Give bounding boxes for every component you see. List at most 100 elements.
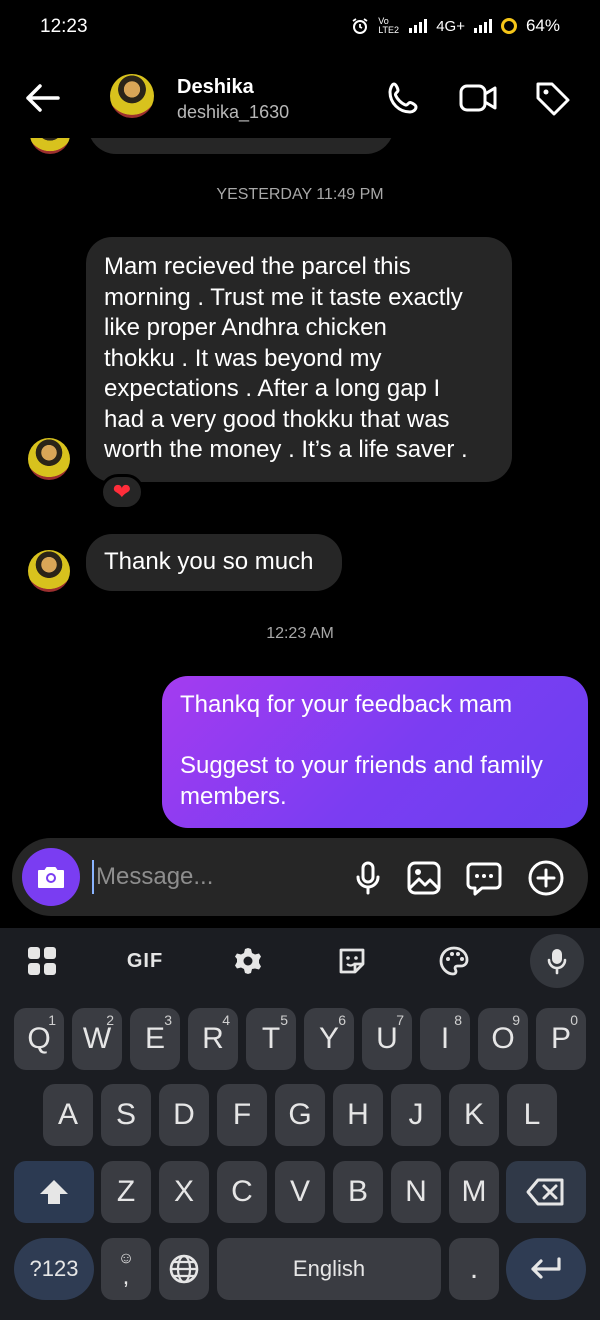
- key-b[interactable]: B: [333, 1161, 383, 1223]
- key-h[interactable]: H: [333, 1084, 383, 1146]
- enter-key[interactable]: [506, 1238, 586, 1300]
- key-k[interactable]: K: [449, 1084, 499, 1146]
- key-w[interactable]: W2: [72, 1008, 122, 1070]
- backspace-key[interactable]: [506, 1161, 586, 1223]
- apps-button[interactable]: [22, 940, 62, 982]
- key-o[interactable]: O9: [478, 1008, 528, 1070]
- microphone-icon: [356, 861, 380, 895]
- message-line: like proper Andhra chicken: [104, 314, 387, 341]
- timestamp-divider: YESTERDAY 11:49 PM: [216, 186, 384, 203]
- message-line: Mam recieved the parcel this: [104, 253, 411, 280]
- status-time: 12:23: [40, 16, 88, 37]
- status-bar: 12:23 Vo LTE2 4G+ 64%: [0, 0, 600, 56]
- contact-username[interactable]: deshika_1630: [177, 102, 289, 123]
- video-call-button[interactable]: [456, 76, 500, 120]
- key-y[interactable]: Y6: [304, 1008, 354, 1070]
- timestamp-divider: 12:23 AM: [266, 625, 334, 642]
- tag-icon: [536, 82, 570, 116]
- camera-button[interactable]: [22, 848, 80, 906]
- battery-icon: [500, 18, 517, 34]
- contact-name[interactable]: Deshika: [177, 76, 254, 99]
- previous-message-bubble[interactable]: [88, 138, 394, 154]
- message-line: Thankq for your feedback mam: [180, 691, 513, 718]
- theme-button[interactable]: [434, 940, 474, 982]
- key-t[interactable]: T5: [246, 1008, 296, 1070]
- message-line: had a very good thokku that was: [104, 405, 450, 433]
- more-options-button[interactable]: [526, 858, 566, 898]
- key-g[interactable]: G: [275, 1084, 325, 1146]
- emoji-comma-key[interactable]: ☺ ,: [101, 1238, 151, 1300]
- message-thread[interactable]: YESTERDAY 11:49 PM Mam recieved the parc…: [0, 138, 600, 838]
- key-r[interactable]: R4: [188, 1008, 238, 1070]
- key-d[interactable]: D: [159, 1084, 209, 1146]
- signal-icon: [409, 19, 428, 33]
- period-key[interactable]: .: [449, 1238, 499, 1300]
- key-n[interactable]: N: [391, 1161, 441, 1223]
- message-line: expectations . After a long gap I: [104, 375, 441, 402]
- key-j[interactable]: J: [391, 1084, 441, 1146]
- previous-sender-avatar: [30, 138, 70, 154]
- label-button[interactable]: [530, 76, 574, 120]
- key-p[interactable]: P0: [536, 1008, 586, 1070]
- received-message-bubble[interactable]: Thank you so much: [86, 534, 342, 591]
- key-x[interactable]: X: [159, 1161, 209, 1223]
- message-input[interactable]: [92, 860, 312, 894]
- key-m[interactable]: M: [449, 1161, 499, 1223]
- back-arrow-icon: [26, 84, 60, 112]
- key-z[interactable]: Z: [101, 1161, 151, 1223]
- network-type: 4G+: [436, 17, 465, 35]
- heart-reaction[interactable]: ❤: [100, 474, 144, 510]
- back-button[interactable]: [20, 78, 64, 118]
- message-line: worth the money . It’s a life saver .: [104, 436, 468, 463]
- battery-percent: 64%: [525, 16, 560, 35]
- backspace-icon: [526, 1178, 564, 1206]
- contact-avatar[interactable]: [110, 74, 154, 118]
- sender-avatar[interactable]: [28, 438, 70, 480]
- signal-2-icon: [473, 19, 492, 33]
- plus-circle-icon: [528, 860, 564, 896]
- keyboard-toolbar: GIF: [0, 928, 600, 994]
- microphone-icon: [547, 949, 567, 975]
- settings-button[interactable]: [228, 940, 268, 982]
- message-line: thokku . It was beyond my: [104, 344, 382, 372]
- enter-arrow-icon: [531, 1257, 561, 1279]
- message-text: Thank you so much: [104, 548, 314, 575]
- sticker-icon: [339, 948, 365, 974]
- gallery-button[interactable]: [404, 858, 444, 898]
- key-l[interactable]: L: [507, 1084, 557, 1146]
- chat-header: Deshika deshika_1630: [0, 64, 600, 136]
- received-message-bubble[interactable]: Mam recieved the parcel this morning . T…: [86, 237, 512, 482]
- shift-arrow-icon: [40, 1180, 68, 1204]
- key-f[interactable]: F: [217, 1084, 267, 1146]
- gif-button[interactable]: GIF: [122, 940, 168, 982]
- heart-icon: ❤: [112, 479, 132, 504]
- palette-icon: [439, 946, 469, 976]
- gear-icon: [235, 948, 261, 974]
- key-u[interactable]: U7: [362, 1008, 412, 1070]
- space-bar[interactable]: English: [217, 1238, 441, 1300]
- key-s[interactable]: S: [101, 1084, 151, 1146]
- voice-call-button[interactable]: [382, 76, 426, 120]
- sent-message-bubble[interactable]: Thankq for your feedback mam Suggest to …: [162, 676, 588, 828]
- message-composer: [12, 838, 588, 916]
- shift-key[interactable]: [14, 1161, 94, 1223]
- alarm-icon: [352, 18, 368, 34]
- key-q[interactable]: Q1: [14, 1008, 64, 1070]
- grid-icon: [28, 947, 56, 975]
- voice-typing-button[interactable]: [530, 934, 584, 988]
- globe-icon: [169, 1254, 199, 1284]
- key-a[interactable]: A: [43, 1084, 93, 1146]
- key-c[interactable]: C: [217, 1161, 267, 1223]
- sender-avatar[interactable]: [28, 550, 70, 592]
- keyboard: GIF Q1 W2 E3 R4 T5 Y6 U7 I8 O9 P0 A S D …: [0, 928, 600, 1320]
- key-i[interactable]: I8: [420, 1008, 470, 1070]
- key-e[interactable]: E3: [130, 1008, 180, 1070]
- key-v[interactable]: V: [275, 1161, 325, 1223]
- voice-message-button[interactable]: [348, 858, 388, 898]
- sticker-button[interactable]: [464, 858, 504, 898]
- message-line: Suggest to your friends and family: [180, 752, 543, 779]
- sticker-button[interactable]: [332, 940, 372, 982]
- symbols-key[interactable]: ?123: [14, 1238, 94, 1300]
- language-key[interactable]: [159, 1238, 209, 1300]
- chat-bubble-icon: [466, 862, 502, 896]
